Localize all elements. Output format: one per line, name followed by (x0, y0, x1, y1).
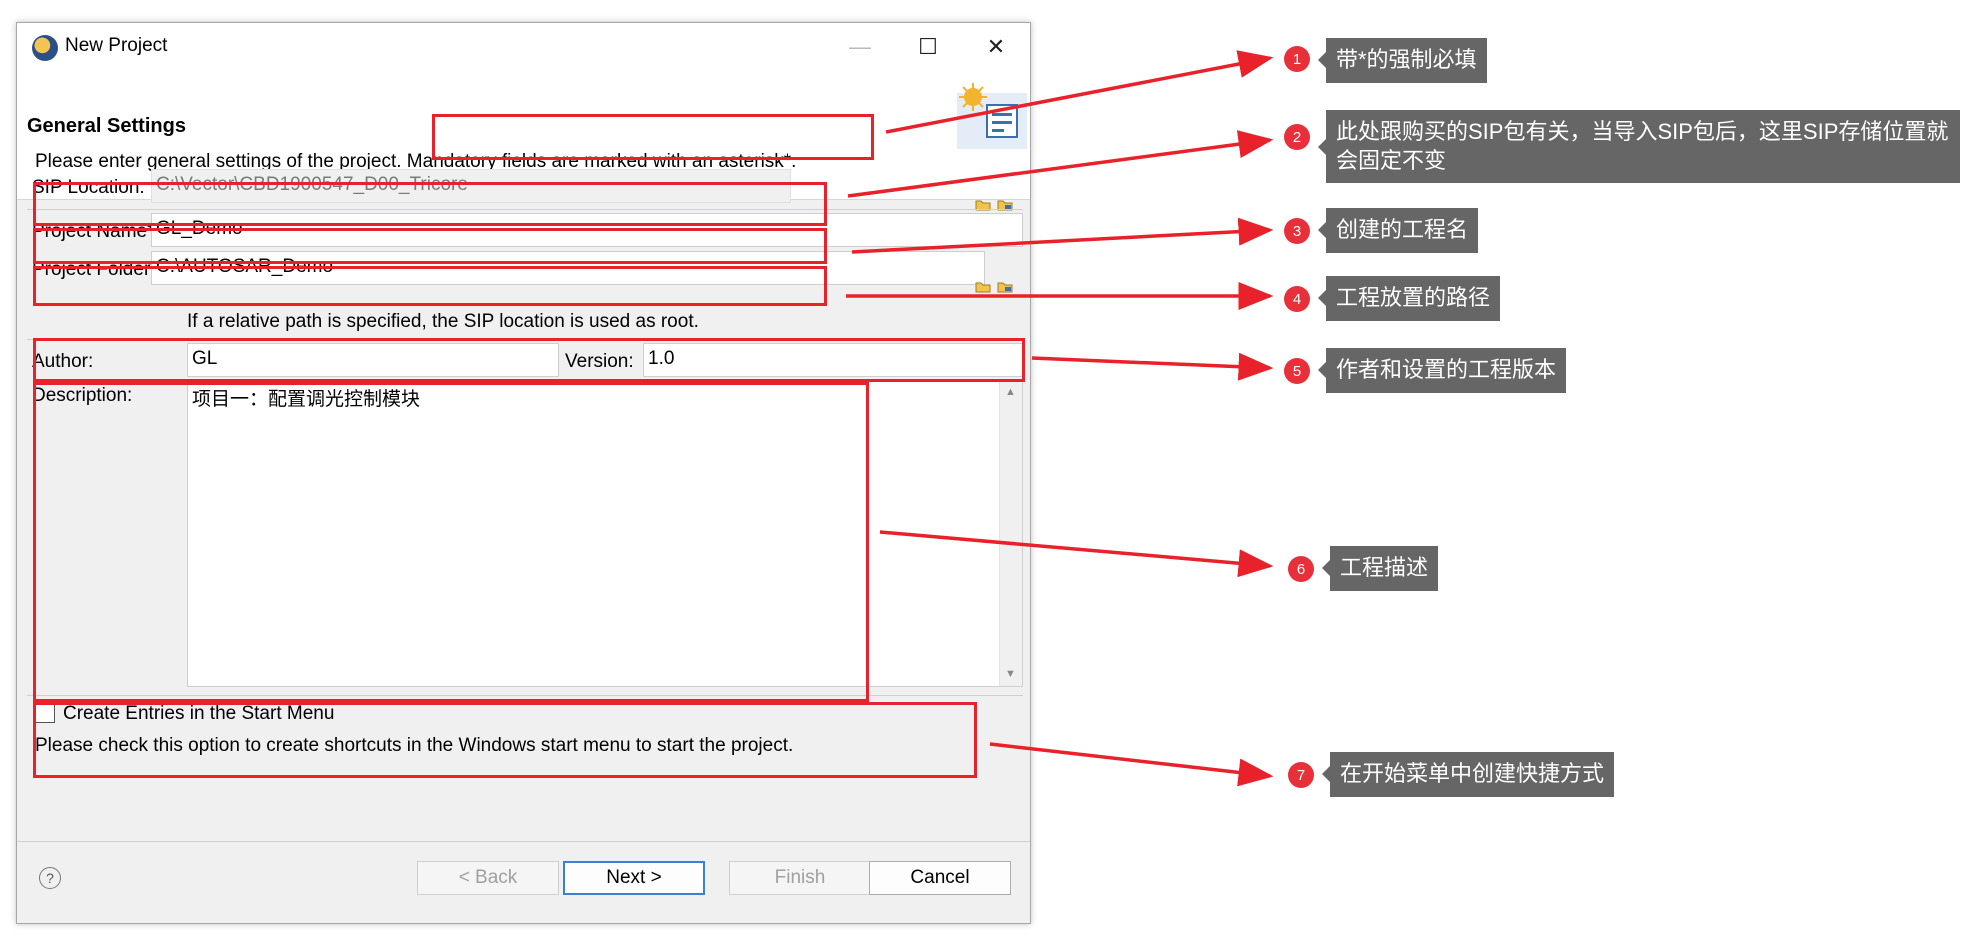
arrow-3 (851, 217, 1274, 254)
annotation-note-1: 带*的强制必填 (1318, 38, 1487, 83)
arrow-6 (879, 530, 1274, 578)
annotation-note-4: 工程放置的路径 (1317, 276, 1501, 321)
arrow-2 (847, 130, 1274, 198)
annotation-badge-2: 2 (1284, 124, 1310, 150)
annotation-badge-6: 6 (1288, 556, 1314, 582)
annotation-badge-7: 7 (1288, 762, 1314, 788)
arrow-7 (989, 742, 1274, 787)
arrow-5 (1031, 352, 1274, 381)
annotation-note-2: 此处跟购买的SIP包有关，当导入SIP包后，这里SIP存储位置就会固定不变 (1318, 110, 1960, 184)
annotation-note-7: 在开始菜单中创建快捷方式 (1321, 752, 1615, 797)
annotation-note-3: 创建的工程名 (1317, 208, 1479, 253)
annotation-note-5: 作者和设置的工程版本 (1317, 348, 1567, 393)
annotation-badge-1: 1 (1284, 46, 1310, 72)
annotation-badge-5: 5 (1284, 358, 1310, 384)
annotation-badge-3: 3 (1284, 218, 1310, 244)
annotation-badge-4: 4 (1284, 286, 1310, 312)
annotation-note-6: 工程描述 (1321, 546, 1439, 591)
arrow-1 (885, 50, 1274, 134)
